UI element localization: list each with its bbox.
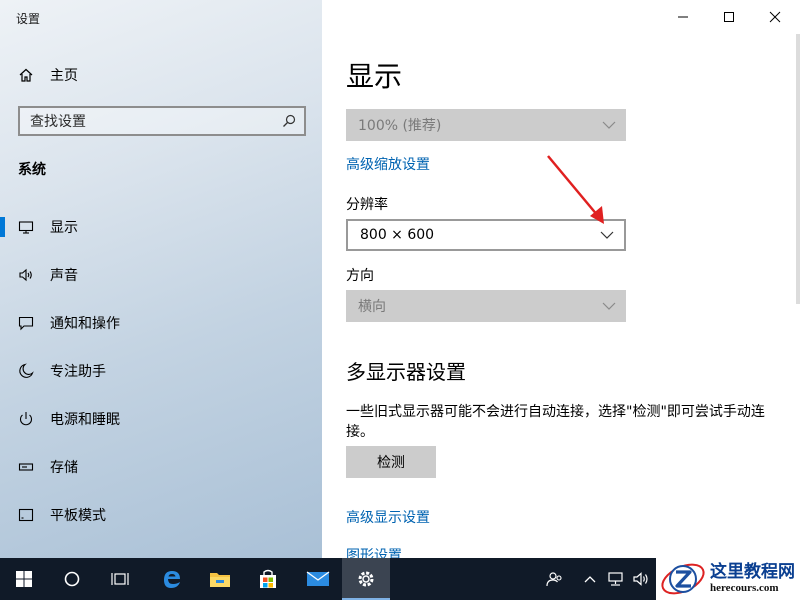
sidebar-item-power[interactable]: 电源和睡眠	[0, 401, 322, 437]
start-button[interactable]	[0, 558, 48, 600]
windows-start-icon	[16, 571, 32, 587]
sidebar-item-sound[interactable]: 声音	[0, 257, 322, 293]
sidebar-item-label: 存储	[50, 460, 78, 476]
volume-button[interactable]	[629, 558, 655, 600]
mail-icon	[306, 571, 330, 586]
power-icon	[18, 411, 34, 427]
edge-button[interactable]	[148, 558, 196, 600]
mail-button[interactable]	[294, 558, 342, 600]
orientation-value: 横向	[358, 299, 386, 315]
watermark: 这里教程网 herecours.com	[656, 558, 800, 600]
sidebar-item-notifications[interactable]: 通知和操作	[0, 305, 322, 341]
advanced-scaling-link[interactable]: 高级缩放设置	[346, 154, 430, 174]
home-icon	[19, 68, 33, 82]
maximize-button[interactable]	[706, 0, 752, 34]
watermark-subtitle: herecours.com	[710, 582, 779, 594]
people-icon	[546, 572, 562, 587]
search-placeholder: 查找设置	[30, 114, 86, 130]
sidebar-item-label: 通知和操作	[50, 316, 120, 332]
file-explorer-icon	[210, 573, 230, 587]
scale-dropdown[interactable]: 100% (推荐)	[346, 109, 626, 141]
chevron-down-icon	[600, 231, 614, 239]
people-button[interactable]	[533, 558, 577, 600]
minimize-icon	[678, 16, 688, 18]
search-icon[interactable]	[282, 114, 296, 128]
close-icon	[769, 11, 781, 23]
sidebar-item-label: 电源和睡眠	[50, 412, 120, 428]
resolution-dropdown[interactable]: 800 × 600	[346, 219, 626, 251]
moon-icon	[18, 363, 34, 379]
home-link[interactable]: 主页	[18, 64, 308, 86]
speaker-icon	[18, 267, 34, 283]
multi-display-description: 一些旧式显示器可能不会进行自动连接，选择"检测"即可尝试手动连接。	[346, 404, 765, 440]
resolution-label: 分辨率	[346, 197, 388, 213]
graphics-settings-link[interactable]: 图形设置	[346, 545, 402, 558]
main-pane: 显示 100% (推荐) 高级缩放设置 分辨率 800 × 600 方向 横向 …	[322, 0, 800, 558]
file-explorer-button[interactable]	[196, 558, 244, 600]
search-input[interactable]: 查找设置	[18, 106, 306, 136]
minimize-button[interactable]	[660, 0, 706, 34]
advanced-display-link[interactable]: 高级显示设置	[346, 507, 430, 527]
tablet-icon	[18, 507, 34, 523]
store-button[interactable]	[244, 558, 292, 600]
maximize-icon	[724, 12, 734, 22]
close-button[interactable]	[752, 0, 798, 34]
orientation-label: 方向	[346, 268, 374, 284]
watermark-logo-icon	[661, 563, 705, 595]
task-view-icon	[111, 573, 129, 585]
task-view-button[interactable]	[96, 558, 144, 600]
home-label: 主页	[50, 68, 78, 84]
store-icon	[260, 569, 276, 588]
cortana-icon	[64, 571, 80, 587]
chevron-down-icon	[602, 121, 616, 129]
chevron-down-icon	[602, 302, 616, 310]
edge-icon	[164, 571, 180, 588]
storage-icon	[18, 459, 34, 475]
chevron-up-icon	[584, 576, 596, 583]
detect-button[interactable]: 检测	[346, 446, 436, 478]
sidebar-item-label: 平板模式	[50, 508, 106, 524]
scale-value: 100% (推荐)	[358, 118, 442, 134]
section-label: 系统	[18, 162, 46, 178]
multi-display-heading: 多显示器设置	[346, 360, 466, 384]
watermark-title: 这里教程网	[710, 562, 795, 582]
notification-icon	[18, 315, 34, 331]
sidebar-item-label: 声音	[50, 268, 78, 284]
show-hidden-icons-button[interactable]	[578, 558, 602, 600]
sidebar-item-focus-assist[interactable]: 专注助手	[0, 353, 322, 389]
sidebar-item-tablet-mode[interactable]: 平板模式	[0, 497, 322, 533]
network-button[interactable]	[603, 558, 629, 600]
sidebar-item-label: 显示	[50, 220, 78, 236]
sidebar-item-display[interactable]: 显示	[0, 209, 322, 245]
settings-icon	[358, 571, 374, 587]
resolution-value: 800 × 600	[360, 227, 435, 243]
network-icon	[608, 572, 623, 586]
app-title: 设置	[16, 12, 41, 26]
monitor-icon	[18, 219, 34, 235]
volume-icon	[633, 572, 648, 586]
settings-button[interactable]	[342, 558, 390, 600]
cortana-button[interactable]	[48, 558, 96, 600]
page-title: 显示	[346, 60, 403, 93]
sidebar-item-label: 专注助手	[50, 364, 106, 380]
scrollbar[interactable]	[796, 34, 800, 304]
sidebar: 设置 主页 查找设置 系统 显示 声音 通知和操作 专注助手 电源和睡眠 存储 …	[0, 0, 322, 558]
sidebar-item-storage[interactable]: 存储	[0, 449, 322, 485]
orientation-dropdown[interactable]: 横向	[346, 290, 626, 322]
